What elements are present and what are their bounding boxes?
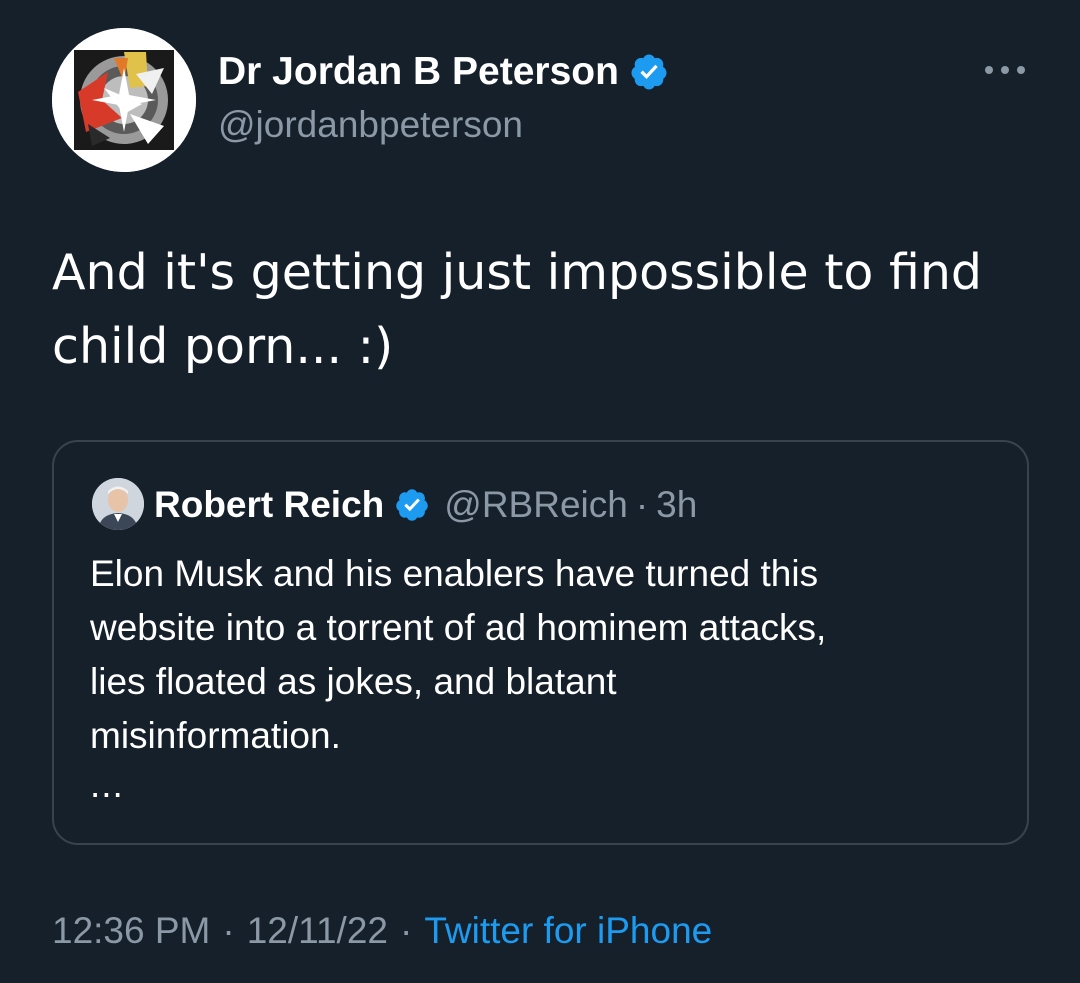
quoted-author-handle: @RBReich [444, 484, 628, 525]
abstract-logo-avatar-icon [52, 28, 196, 172]
author-avatar[interactable] [52, 28, 196, 172]
quoted-text-line: lies floated as jokes, and blatant [90, 661, 617, 702]
more-horizontal-icon [985, 66, 993, 74]
author-handle[interactable]: @jordanbpeterson [218, 104, 523, 146]
tweet-metadata: 12:36 PM · 12/11/22 · Twitter for iPhone [52, 910, 712, 952]
tweet-text-line: child porn... :) [52, 318, 394, 375]
truncation-ellipsis: ... [90, 764, 124, 805]
tweet-text-line: And it's getting just impossible to find [52, 244, 982, 301]
quoted-text-line: website into a torrent of ad hominem att… [90, 607, 827, 648]
tweet-text: And it's getting just impossible to find… [52, 236, 1042, 384]
tweet-source-link[interactable]: Twitter for iPhone [424, 910, 712, 952]
separator-dot: · [399, 910, 413, 951]
tweet-date[interactable]: 12/11/22 [247, 910, 388, 952]
portrait-avatar-icon [92, 478, 144, 530]
more-options-button[interactable] [985, 60, 1025, 80]
author-name-row[interactable]: Dr Jordan B Peterson [218, 50, 669, 94]
verified-badge-icon [631, 54, 667, 90]
quoted-tweet-time: 3h [656, 484, 698, 525]
verified-badge-icon [396, 489, 429, 521]
quoted-tweet-header: Robert Reich @RBReich · 3h [154, 480, 697, 530]
tweet-detail: Dr Jordan B Peterson @jordanbpeterson An… [0, 0, 1080, 983]
quoted-author-name: Robert Reich [154, 484, 385, 525]
quoted-text-line: Elon Musk and his enablers have turned t… [90, 553, 819, 594]
quoted-tweet-card[interactable]: Robert Reich @RBReich · 3h Elon Musk and… [52, 440, 1029, 845]
author-display-name[interactable]: Dr Jordan B Peterson [218, 50, 619, 94]
separator-dot: · [222, 910, 235, 951]
quoted-author-avatar [92, 478, 144, 530]
quoted-tweet-text: Elon Musk and his enablers have turned t… [90, 547, 990, 763]
quoted-text-line: misinformation. [90, 715, 341, 756]
separator-dot: · [635, 484, 649, 525]
tweet-time[interactable]: 12:36 PM [52, 910, 210, 952]
